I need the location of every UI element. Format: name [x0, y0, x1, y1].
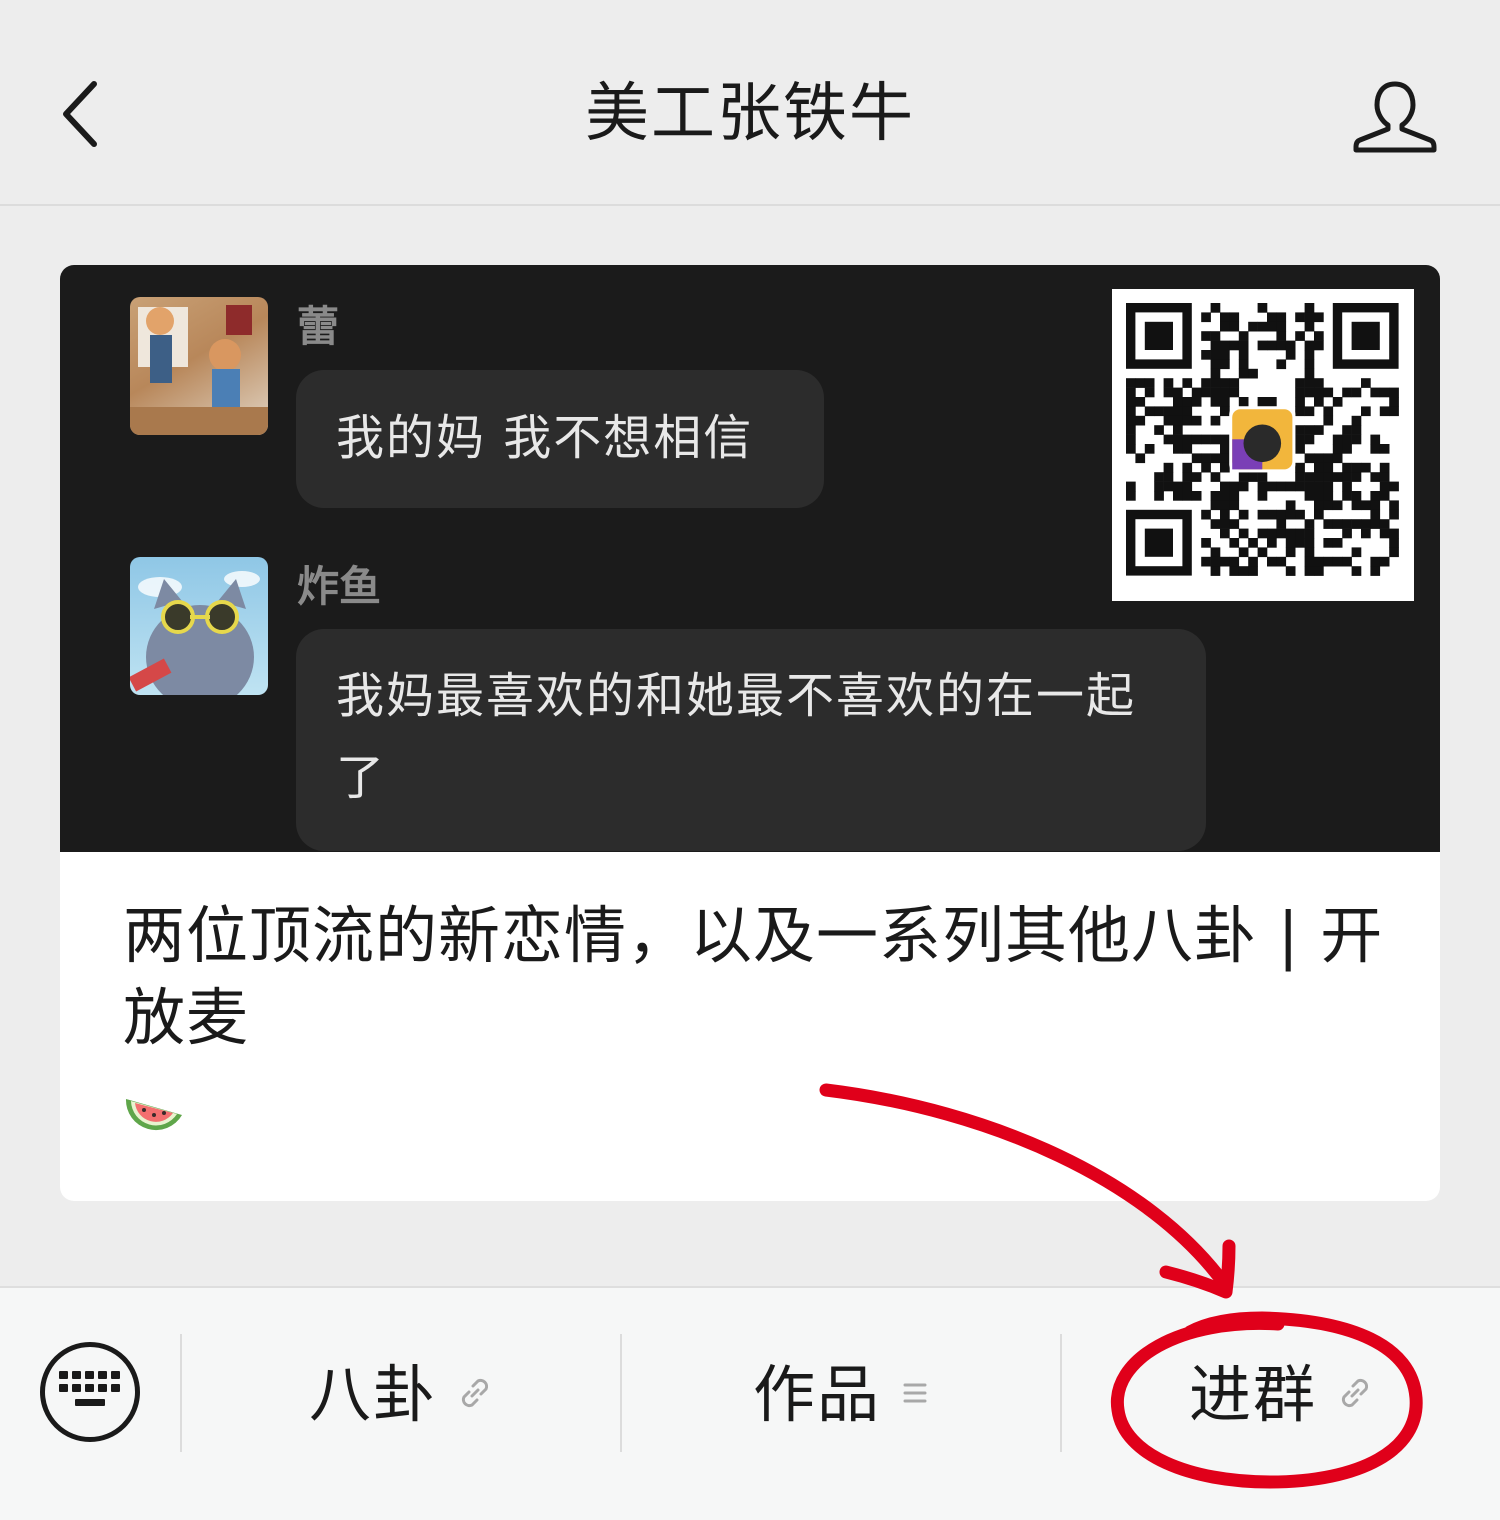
message-bubble: 我的妈 我不想相信 [296, 370, 824, 508]
menu-item-label: 作品 [752, 1358, 881, 1431]
menu-lines-icon [901, 1378, 929, 1412]
menu-item-label: 进群 [1188, 1358, 1317, 1431]
article-card[interactable]: 蕾 我的妈 我不想相信 炸鱼 我妈最喜欢的和她最不喜欢的在一起了 两位顶流的新恋… [60, 265, 1440, 1201]
menu-item-gossip[interactable]: 八卦 [182, 1350, 620, 1440]
article-title: 两位顶流的新恋情，以及一系列其他八卦 | 开放麦 [123, 899, 1384, 1054]
qr-code [1112, 289, 1414, 601]
bottom-menu-bar: 八卦 作品 进群 [0, 1286, 1500, 1520]
article-cover-image: 蕾 我的妈 我不想相信 炸鱼 我妈最喜欢的和她最不喜欢的在一起了 [60, 265, 1440, 852]
menu-item-join-group[interactable]: 进群 [1062, 1350, 1500, 1440]
avatar [130, 557, 268, 695]
keyboard-icon[interactable] [40, 1342, 140, 1442]
menu-item-works[interactable]: 作品 [622, 1350, 1060, 1440]
menu-item-label: 八卦 [308, 1358, 437, 1431]
person-icon[interactable] [1352, 78, 1438, 154]
link-icon [457, 1375, 493, 1415]
link-icon [1337, 1375, 1373, 1415]
avatar [130, 297, 268, 435]
sender-name: 炸鱼 [297, 562, 382, 611]
sender-name: 蕾 [297, 302, 340, 351]
top-bar: 美工张铁牛 [0, 0, 1500, 206]
watermelon-emoji [122, 1077, 186, 1141]
message-bubble: 我妈最喜欢的和她最不喜欢的在一起了 [296, 629, 1206, 851]
page-title: 美工张铁牛 [585, 77, 915, 151]
